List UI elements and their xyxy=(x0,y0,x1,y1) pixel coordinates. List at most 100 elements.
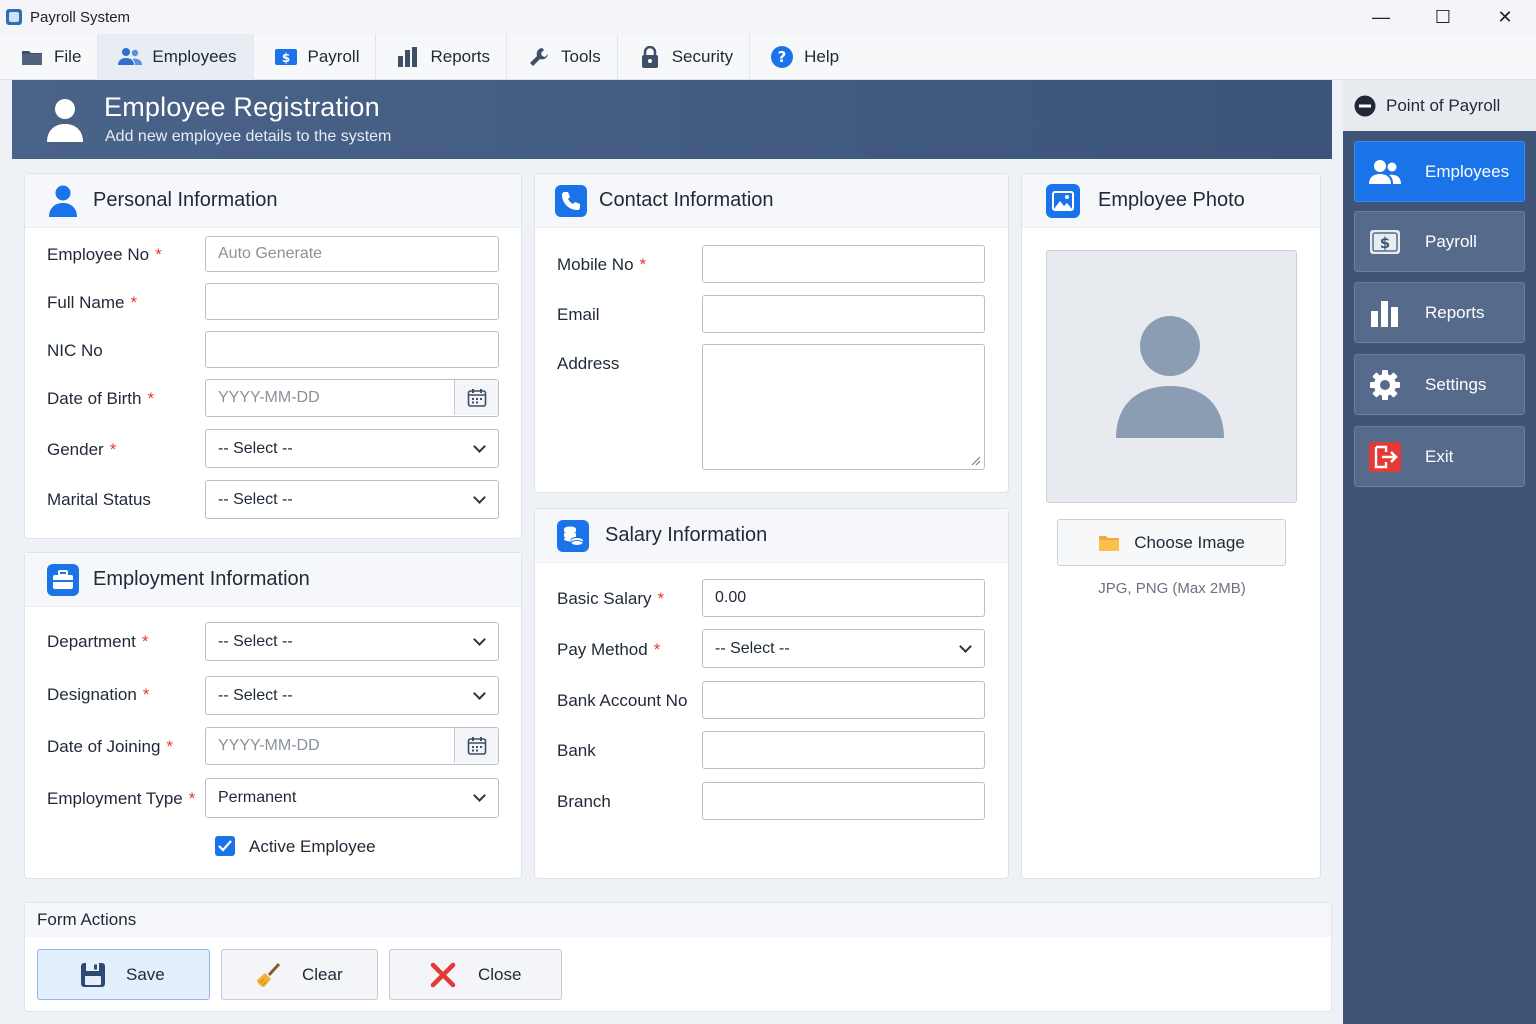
salary-info-title: Salary Information xyxy=(605,524,768,546)
calendar-icon[interactable] xyxy=(454,380,498,415)
salary-info-header: Salary Information xyxy=(535,509,1008,563)
bar-chart-icon xyxy=(396,46,420,68)
photo-hint: JPG, PNG (Max 2MB) xyxy=(1098,580,1246,597)
employee-photo-header: Employee Photo xyxy=(1022,174,1320,228)
person-icon xyxy=(47,185,79,217)
svg-text:?: ? xyxy=(778,48,787,66)
active-employee-checkbox[interactable] xyxy=(215,836,235,856)
address-textarea[interactable] xyxy=(702,344,985,470)
svg-text:$: $ xyxy=(281,51,289,65)
menu-payroll[interactable]: $ Payroll xyxy=(254,33,377,80)
sidebar-item-payroll[interactable]: $ Payroll xyxy=(1354,211,1525,272)
sidebar-title: Point of Payroll xyxy=(1386,95,1501,115)
minus-circle-icon[interactable] xyxy=(1354,95,1376,117)
marital-status-select[interactable]: -- Select -- xyxy=(205,480,499,519)
form-actions-title: Form Actions xyxy=(25,903,1331,937)
menu-tools-label: Tools xyxy=(561,46,601,66)
menu-employees[interactable]: Employees xyxy=(98,33,254,80)
save-label: Save xyxy=(126,964,165,984)
sidebar-item-label: Exit xyxy=(1425,446,1454,466)
designation-select[interactable]: -- Select -- xyxy=(205,676,499,715)
pay-method-label: Pay Method * xyxy=(557,640,661,659)
contact-info-title: Contact Information xyxy=(599,189,774,211)
branch-input[interactable] xyxy=(702,782,985,820)
mobile-no-input[interactable] xyxy=(702,245,985,283)
dob-label: Date of Birth * xyxy=(47,389,155,408)
branch-label: Branch xyxy=(557,792,611,811)
address-label: Address xyxy=(557,354,620,373)
save-button[interactable]: Save xyxy=(37,949,210,1000)
title-bar: Payroll System — ☐ ✕ xyxy=(0,0,1536,34)
doj-input[interactable]: YYYY-MM-DD xyxy=(205,727,499,765)
page-subtitle: Add new employee details to the system xyxy=(105,128,392,145)
employee-photo-card: Employee Photo Choose Image JPG, PNG (Ma… xyxy=(1021,173,1321,879)
sidebar-header: Point of Payroll xyxy=(1343,80,1536,131)
close-window-button[interactable]: ✕ xyxy=(1474,0,1536,34)
designation-label: Designation * xyxy=(47,685,150,704)
employment-type-select[interactable]: Permanent xyxy=(205,778,499,818)
choose-image-button[interactable]: Choose Image xyxy=(1057,519,1286,566)
contact-info-card: Contact Information Mobile No * Email Add… xyxy=(534,173,1009,493)
employee-photo-title: Employee Photo xyxy=(1098,189,1245,211)
clear-button[interactable]: Clear xyxy=(221,949,378,1000)
maximize-button[interactable]: ☐ xyxy=(1412,0,1474,34)
gender-select[interactable]: -- Select -- xyxy=(205,429,499,468)
full-name-input[interactable] xyxy=(205,283,499,320)
minimize-button[interactable]: — xyxy=(1350,0,1412,34)
doj-label: Date of Joining * xyxy=(47,737,174,756)
menu-file[interactable]: File xyxy=(0,33,99,80)
personal-info-header: Personal Information xyxy=(25,174,521,228)
dob-placeholder: YYYY-MM-DD xyxy=(218,389,320,406)
department-select[interactable]: -- Select -- xyxy=(205,622,499,661)
menu-bar: File Employees $ Payroll Reports Tools S… xyxy=(0,33,1536,80)
employment-info-header: Employment Information xyxy=(25,553,521,607)
sidebar-item-employees[interactable]: Employees xyxy=(1354,141,1525,202)
svg-text:$: $ xyxy=(1380,234,1390,252)
calendar-icon[interactable] xyxy=(454,728,498,763)
sidebar-item-exit[interactable]: Exit xyxy=(1354,426,1525,487)
personal-info-title: Personal Information xyxy=(93,189,278,211)
close-label: Close xyxy=(478,964,522,984)
choose-image-label: Choose Image xyxy=(1134,532,1245,552)
mobile-no-label: Mobile No * xyxy=(557,255,647,274)
menu-tools[interactable]: Tools xyxy=(507,33,618,80)
sidebar-item-settings[interactable]: Settings xyxy=(1354,354,1525,415)
menu-employees-label: Employees xyxy=(152,46,237,66)
nic-no-input[interactable] xyxy=(205,331,499,368)
basic-salary-input[interactable]: 0.00 xyxy=(702,579,985,617)
window-controls: — ☐ ✕ xyxy=(1350,0,1536,34)
dob-input[interactable]: YYYY-MM-DD xyxy=(205,379,499,417)
briefcase-icon xyxy=(47,563,79,596)
menu-reports[interactable]: Reports xyxy=(376,33,508,80)
bank-input[interactable] xyxy=(702,731,985,769)
page-header: Employee Registration Add new employee d… xyxy=(12,80,1332,159)
clear-label: Clear xyxy=(302,964,343,984)
menu-file-label: File xyxy=(54,46,82,66)
pay-method-select[interactable]: -- Select -- xyxy=(702,629,985,668)
close-x-icon xyxy=(430,962,456,988)
close-button[interactable]: Close xyxy=(389,949,562,1000)
bank-account-label: Bank Account No xyxy=(557,691,688,710)
dollar-icon: $ xyxy=(1369,226,1401,258)
email-input[interactable] xyxy=(702,295,985,333)
sidebar-item-reports[interactable]: Reports xyxy=(1354,282,1525,343)
gear-icon xyxy=(1369,369,1401,401)
resize-handle-icon[interactable] xyxy=(971,456,981,466)
employee-no-label: Employee No * xyxy=(47,245,162,264)
full-name-label: Full Name * xyxy=(47,293,138,312)
bank-label: Bank xyxy=(557,741,596,760)
gender-label: Gender * xyxy=(47,440,117,459)
avatar-placeholder-icon xyxy=(1116,316,1224,438)
floppy-disk-icon xyxy=(80,962,106,988)
bank-account-input[interactable] xyxy=(702,681,985,719)
employee-no-input[interactable]: Auto Generate xyxy=(205,236,499,272)
menu-help[interactable]: ? Help xyxy=(750,34,855,80)
personal-info-card: Personal Information Employee No * Auto G… xyxy=(24,173,522,539)
user-icon xyxy=(46,98,84,142)
wrench-icon xyxy=(527,46,551,68)
email-label: Email xyxy=(557,305,600,324)
menu-security[interactable]: Security xyxy=(618,33,751,80)
page-title: Employee Registration xyxy=(104,92,380,122)
right-sidebar: Point of Payroll Employees $ Payroll Rep… xyxy=(1343,80,1536,1024)
doj-placeholder: YYYY-MM-DD xyxy=(218,737,320,754)
